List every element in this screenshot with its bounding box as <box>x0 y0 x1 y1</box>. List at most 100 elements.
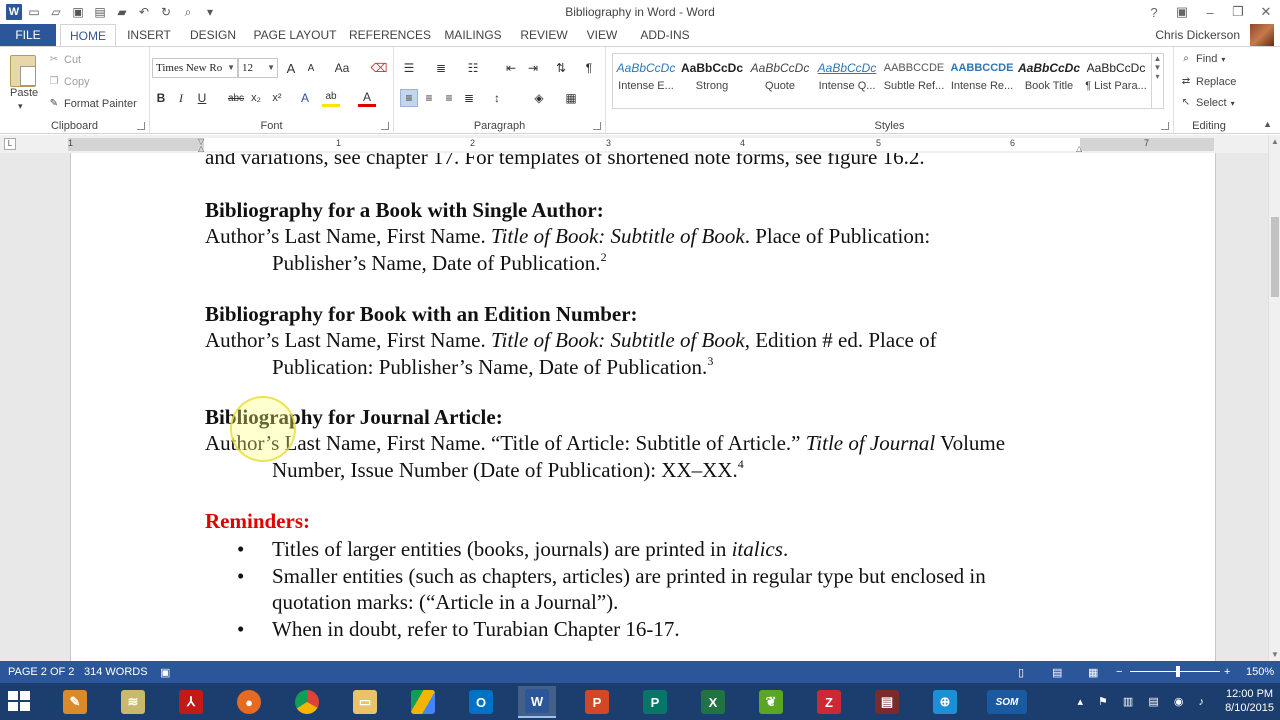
zoom-level[interactable]: 150% <box>1246 666 1274 678</box>
taskbar-app-news[interactable]: ▤ <box>868 686 906 718</box>
clear-formatting-icon[interactable]: ⌫ <box>370 59 388 77</box>
print-preview-icon[interactable]: ⌕ <box>178 3 198 21</box>
scroll-thumb[interactable] <box>1271 217 1279 297</box>
taskbar-app-firefox[interactable]: ● <box>230 686 268 718</box>
format-painter-button[interactable]: ✎ Format Painter <box>48 98 137 110</box>
taskbar-app-acrobat[interactable]: ⅄ <box>172 686 210 718</box>
vertical-scrollbar[interactable]: ▲ ▼ <box>1268 135 1280 661</box>
tab-file[interactable]: FILE <box>0 24 56 46</box>
new-document-icon[interactable]: ▭ <box>24 3 44 21</box>
tab-home[interactable]: HOME <box>60 24 116 47</box>
tab-references[interactable]: REFERENCES <box>349 24 431 46</box>
word-count[interactable]: 314 WORDS <box>84 666 148 678</box>
style-quote[interactable]: AaBbCcDc Quote <box>747 56 813 108</box>
bold-button[interactable]: B <box>152 89 170 107</box>
zoom-slider-thumb[interactable] <box>1176 666 1180 677</box>
text-effects-button[interactable]: A <box>296 89 314 107</box>
footnote-ref[interactable]: 3 <box>707 354 713 368</box>
right-indent-icon[interactable]: △ <box>1076 144 1082 153</box>
copy-button[interactable]: ❐ Copy <box>48 76 90 88</box>
align-left-icon[interactable]: ≡ <box>400 89 418 107</box>
align-right-icon[interactable]: ≡ <box>440 89 458 107</box>
font-name-combo[interactable]: Times New Ro ▼ <box>152 58 238 78</box>
customize-qat-icon[interactable]: ▾ <box>200 3 220 21</box>
borders-icon[interactable]: ▦ <box>562 89 580 107</box>
collapse-ribbon-icon[interactable]: ▲ <box>1263 119 1272 129</box>
styles-launcher-icon[interactable] <box>1161 122 1169 130</box>
clock[interactable]: 12:00 PM 8/10/2015 <box>1225 687 1274 715</box>
word-logo-icon[interactable]: W <box>6 4 22 20</box>
save-icon[interactable]: ▣ <box>68 3 88 21</box>
tab-page-layout[interactable]: PAGE LAYOUT <box>250 24 340 46</box>
tab-view[interactable]: VIEW <box>582 24 622 46</box>
style-list-paragraph[interactable]: AaBbCcDc ¶ List Para... <box>1083 56 1149 108</box>
folder-icon[interactable]: ▰ <box>112 3 132 21</box>
sort-icon[interactable]: ⇅ <box>552 59 570 77</box>
scroll-down-icon[interactable]: ▼ <box>1269 650 1280 659</box>
horizontal-ruler[interactable]: 1 1 2 3 4 5 6 7 ▽ △ △ <box>68 137 1214 153</box>
select-button[interactable]: ↖ Select ▾ <box>1180 97 1235 109</box>
taskbar-app-chrome[interactable] <box>288 686 326 718</box>
start-button[interactable] <box>8 691 32 713</box>
proofing-icon[interactable]: ▣ <box>160 666 170 679</box>
font-launcher-icon[interactable] <box>381 122 389 130</box>
show-formatting-button[interactable]: ¶ <box>580 59 598 77</box>
print-layout-icon[interactable]: ▤ <box>1052 666 1062 679</box>
taskbar-app-outlook[interactable]: O <box>462 686 500 718</box>
replace-button[interactable]: ⇄ Replace <box>1180 76 1237 88</box>
save-as-icon[interactable]: ▤ <box>90 3 110 21</box>
bullets-icon[interactable]: ☰ <box>400 59 418 77</box>
shrink-font-button[interactable]: A <box>302 59 320 77</box>
redo-icon[interactable]: ↻ <box>156 3 176 21</box>
font-color-button[interactable]: A <box>358 89 376 107</box>
underline-button[interactable]: U <box>193 89 211 107</box>
paste-button[interactable]: Paste <box>10 87 38 99</box>
italic-button[interactable]: I <box>172 89 190 107</box>
footnote-ref[interactable]: 2 <box>601 250 607 264</box>
system-tray-icons[interactable]: ▴ ⚑ ▥ ▤ ◉ ♪ <box>1077 695 1210 708</box>
line-spacing-icon[interactable]: ↕ <box>488 89 506 107</box>
style-subtle-reference[interactable]: AABBCCDE Subtle Ref... <box>881 56 947 108</box>
strikethrough-button[interactable]: abc <box>226 89 246 107</box>
help-icon[interactable]: ? <box>1140 0 1168 24</box>
subscript-button[interactable]: x₂ <box>247 89 265 107</box>
taskbar-app-tools[interactable]: ✎ <box>56 686 94 718</box>
tab-review[interactable]: REVIEW <box>516 24 572 46</box>
taskbar-app-evernote[interactable]: ❦ <box>752 686 790 718</box>
style-strong[interactable]: AaBbCcDc Strong <box>679 56 745 108</box>
taskbar-app-stack[interactable]: ≋ <box>114 686 152 718</box>
taskbar-app-zotero[interactable]: Z <box>810 686 848 718</box>
paste-dropdown-icon[interactable]: ▾ <box>18 101 23 112</box>
hanging-indent-icon[interactable]: △ <box>198 144 204 153</box>
chevron-up-icon[interactable]: ▲ <box>1152 54 1163 63</box>
taskbar-app-remote[interactable]: ⊕ <box>926 686 964 718</box>
cut-button[interactable]: ✂ Cut <box>48 54 81 66</box>
close-button[interactable]: ✕ <box>1252 0 1280 24</box>
taskbar-app-screencast[interactable]: SOM <box>984 686 1030 718</box>
justify-icon[interactable]: ≣ <box>460 89 478 107</box>
minimize-button[interactable]: – <box>1196 0 1224 24</box>
chevron-down-icon[interactable]: ▼ <box>1152 63 1163 72</box>
avatar[interactable] <box>1250 24 1274 46</box>
paste-icon[interactable] <box>10 55 36 87</box>
restore-button[interactable]: ❐ <box>1224 0 1252 24</box>
user-name[interactable]: Chris Dickerson <box>1155 28 1240 42</box>
web-layout-icon[interactable]: ▦ <box>1088 666 1098 679</box>
tab-mailings[interactable]: MAILINGS <box>440 24 506 46</box>
taskbar-app-publisher[interactable]: P <box>636 686 674 718</box>
font-size-combo[interactable]: 12 ▼ <box>238 58 278 78</box>
page-count[interactable]: PAGE 2 OF 2 <box>8 666 74 678</box>
footnote-ref[interactable]: 4 <box>738 457 744 471</box>
taskbar-app-explorer[interactable]: ▭ <box>346 686 384 718</box>
grow-font-button[interactable]: A <box>282 59 300 77</box>
find-button[interactable]: ⌕ Find ▾ <box>1180 53 1225 65</box>
decrease-indent-icon[interactable]: ⇤ <box>502 59 520 77</box>
highlight-button[interactable]: ab <box>322 89 340 107</box>
styles-scroll[interactable]: ▲ ▼ ▾ <box>1152 53 1164 109</box>
tab-design[interactable]: DESIGN <box>186 24 240 46</box>
style-intense-emphasis[interactable]: AaBbCcDc Intense E... <box>613 56 679 108</box>
align-center-icon[interactable]: ≡ <box>420 89 438 107</box>
style-intense-quote[interactable]: AaBbCcDc Intense Q... <box>814 56 880 108</box>
style-book-title[interactable]: AaBbCcDc Book Title <box>1016 56 1082 108</box>
shading-icon[interactable]: ◈ <box>530 89 548 107</box>
